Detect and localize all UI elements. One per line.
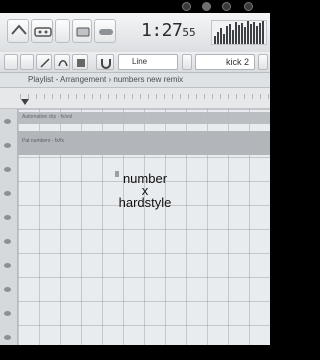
track-mute-dot[interactable] bbox=[4, 263, 11, 268]
pattern-icon bbox=[76, 27, 90, 37]
sync-icon[interactable] bbox=[182, 2, 191, 11]
track-mute-dot[interactable] bbox=[4, 311, 11, 316]
track-mute-dot[interactable] bbox=[4, 119, 11, 124]
playhead-marker[interactable] bbox=[21, 99, 29, 105]
track-mute-dot[interactable] bbox=[4, 143, 11, 148]
snap-toggle-button[interactable] bbox=[20, 54, 34, 70]
cpu-meter bbox=[211, 20, 267, 45]
eye-icon[interactable] bbox=[222, 2, 231, 11]
timeline-ruler[interactable] bbox=[0, 88, 270, 109]
pattern-button[interactable] bbox=[72, 19, 92, 43]
paint-icon bbox=[58, 60, 68, 67]
snap-value: Line bbox=[132, 57, 148, 66]
undo-icon bbox=[11, 24, 27, 35]
download-icon[interactable] bbox=[202, 2, 211, 11]
caption-line-3: hardstyle bbox=[118, 195, 172, 210]
pattern-select[interactable]: kick 2 bbox=[195, 54, 255, 70]
header-icons bbox=[170, 0, 270, 13]
track-mute-dot[interactable] bbox=[4, 167, 11, 172]
undo-button[interactable] bbox=[7, 19, 29, 43]
clip-label: Pat numbers - fx/fx bbox=[22, 138, 64, 144]
pattern-next-button[interactable] bbox=[258, 54, 268, 70]
snap-select[interactable]: Line bbox=[118, 54, 178, 70]
menu-arrow-button[interactable] bbox=[4, 54, 18, 70]
status-bar-bottom bbox=[0, 345, 270, 360]
pattern-value: kick 2 bbox=[226, 57, 250, 67]
magnet-icon bbox=[101, 59, 111, 69]
draw-icon bbox=[40, 58, 50, 68]
settings-icon[interactable] bbox=[244, 2, 253, 11]
breadcrumb: Playlist - Arrangement › numbers new rem… bbox=[28, 75, 184, 84]
automation-clip[interactable]: Automation clip · fx/vol bbox=[18, 112, 270, 124]
magnet-button[interactable] bbox=[96, 54, 114, 70]
clip-label: Automation clip · fx/vol bbox=[22, 114, 73, 120]
pattern-prev-button[interactable] bbox=[182, 54, 192, 70]
stamp-icon bbox=[77, 59, 85, 67]
draw-button[interactable] bbox=[36, 54, 52, 70]
track-mute-dot[interactable] bbox=[4, 335, 11, 340]
breadcrumb-bar: Playlist - Arrangement › numbers new rem… bbox=[0, 73, 270, 88]
playlist-icon bbox=[99, 29, 113, 35]
song-position-clock[interactable]: 1:2755 bbox=[141, 20, 196, 46]
pattern-clip[interactable]: Pat numbers - fx/fx bbox=[18, 131, 270, 155]
clock-main: 1:27 bbox=[141, 20, 183, 41]
ruler-ticks bbox=[20, 94, 270, 99]
clock-sub: 55 bbox=[182, 26, 196, 39]
status-bar-top bbox=[0, 0, 270, 13]
track-mute-dot[interactable] bbox=[4, 215, 11, 220]
paint-button[interactable] bbox=[54, 54, 70, 70]
daw-window: 1:2755 Line kick 2 Playlist - Arrangemen… bbox=[0, 13, 270, 345]
track-mute-dot[interactable] bbox=[4, 287, 11, 292]
tape-button[interactable] bbox=[31, 19, 53, 43]
track-headers bbox=[0, 109, 18, 345]
stamp-button[interactable] bbox=[72, 54, 88, 70]
tape-icon bbox=[34, 27, 52, 37]
playlist-button[interactable] bbox=[94, 19, 116, 43]
track-mute-dot[interactable] bbox=[4, 191, 11, 196]
main-toolbar: 1:2755 bbox=[0, 13, 270, 53]
mode-toggle[interactable] bbox=[55, 19, 70, 43]
track-mute-dot[interactable] bbox=[4, 239, 11, 244]
playlist-toolbar: Line kick 2 bbox=[0, 52, 270, 73]
playlist-area: Automation clip · fx/vol Pat numbers - f… bbox=[0, 109, 270, 345]
overlay-caption: number x hardstyle bbox=[65, 172, 225, 210]
